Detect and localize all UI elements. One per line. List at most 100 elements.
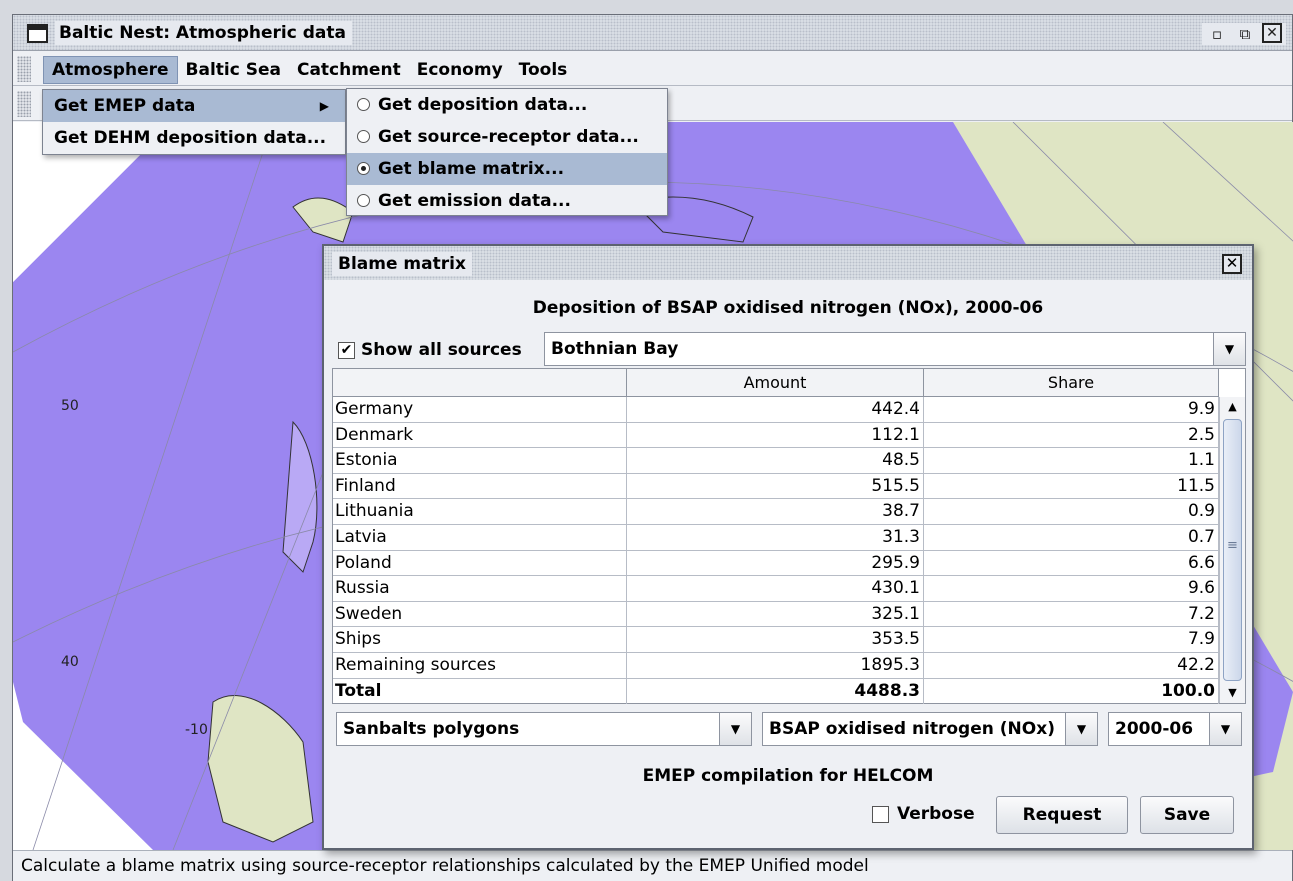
dialog-title: Blame matrix xyxy=(332,252,472,276)
share-cell: 11.5 xyxy=(924,473,1219,499)
chevron-down-icon[interactable]: ▼ xyxy=(1065,713,1097,745)
source-cell: Poland xyxy=(333,550,627,576)
checkbox-unchecked-icon[interactable] xyxy=(872,805,889,823)
title-bar[interactable]: Baltic Nest: Atmospheric data ▫ ⧉ ✕ xyxy=(13,15,1292,51)
save-button[interactable]: Save xyxy=(1140,796,1234,834)
share-cell: 9.9 xyxy=(924,397,1219,422)
menu-atmosphere[interactable]: Atmosphere xyxy=(43,56,178,84)
menu-item-label: Get source-receptor data... xyxy=(378,127,639,147)
source-cell: Lithuania xyxy=(333,499,627,524)
share-cell: 7.2 xyxy=(924,601,1219,627)
scroll-down-icon[interactable]: ▼ xyxy=(1220,683,1245,703)
region-select[interactable]: Bothnian Bay ▼ xyxy=(544,332,1246,366)
checkbox-checked-icon[interactable]: ✔ xyxy=(338,341,355,359)
polygons-select[interactable]: Sanbalts polygons ▼ xyxy=(336,712,752,746)
atmosphere-menu: Get EMEP data ▶ Get DEHM deposition data… xyxy=(42,89,346,155)
substance-select-value: BSAP oxidised nitrogen (NOx) xyxy=(769,719,1055,739)
amount-cell: 515.5 xyxy=(627,473,924,499)
column-header-amount[interactable]: Amount xyxy=(627,369,924,397)
polygons-select-value: Sanbalts polygons xyxy=(343,719,520,739)
show-all-sources-label: Show all sources xyxy=(361,340,522,360)
blame-table: Amount Share Germany 442.4 9.9 Denmark 112.1… xyxy=(332,368,1246,705)
show-all-sources-checkbox[interactable]: ✔ Show all sources xyxy=(338,340,522,360)
maximize-icon[interactable]: ⧉ xyxy=(1234,23,1256,45)
table-row[interactable]: Sweden 325.1 7.2 xyxy=(333,601,1219,628)
scroll-up-icon[interactable]: ▲ xyxy=(1220,397,1245,417)
menu-item-label: Get DEHM deposition data... xyxy=(54,128,327,148)
lat-label-40: 40 xyxy=(61,654,79,670)
table-row[interactable]: Estonia 48.5 1.1 xyxy=(333,448,1219,474)
chevron-down-icon[interactable]: ▼ xyxy=(1213,333,1245,365)
toolbar-grip[interactable] xyxy=(17,91,31,117)
menu-item-get-emission[interactable]: Get emission data... xyxy=(347,185,667,217)
menu-item-label: Get deposition data... xyxy=(378,95,588,115)
table-row[interactable]: Finland 515.5 11.5 xyxy=(333,473,1219,500)
minimize-icon[interactable]: ▫ xyxy=(1206,23,1228,45)
table-row[interactable]: Denmark 112.1 2.5 xyxy=(333,422,1219,449)
verbose-label: Verbose xyxy=(897,804,975,824)
dialog-heading: Deposition of BSAP oxidised nitrogen (NO… xyxy=(532,298,1044,318)
menu-item-get-emep-data[interactable]: Get EMEP data ▶ xyxy=(43,90,345,122)
dialog-title-bar[interactable]: Blame matrix ✕ xyxy=(324,246,1252,280)
source-cell: Latvia xyxy=(333,524,627,550)
compilation-label: EMEP compilation for HELCOM xyxy=(642,766,934,786)
status-bar: Calculate a blame matrix using source-re… xyxy=(13,850,1292,881)
radio-icon xyxy=(357,194,370,207)
table-row[interactable]: Ships 353.5 7.9 xyxy=(333,627,1219,653)
menu-item-get-blame-matrix[interactable]: Get blame matrix... xyxy=(347,153,667,185)
amount-cell: 442.4 xyxy=(627,397,924,422)
options-row: Sanbalts polygons ▼ BSAP oxidised nitrog… xyxy=(332,712,1246,748)
share-cell: 7.9 xyxy=(924,627,1219,652)
menu-economy[interactable]: Economy xyxy=(409,56,511,84)
menu-item-get-dehm-deposition[interactable]: Get DEHM deposition data... xyxy=(43,122,345,154)
amount-cell: 430.1 xyxy=(627,576,924,601)
source-cell: Denmark xyxy=(333,422,627,448)
share-cell: 2.5 xyxy=(924,422,1219,448)
share-cell: 0.7 xyxy=(924,524,1219,550)
blame-matrix-dialog: Blame matrix ✕ Deposition of BSAP oxidis… xyxy=(322,244,1254,850)
table-scrollbar[interactable]: ▲ ▼ xyxy=(1219,397,1245,703)
dialog-close-icon[interactable]: ✕ xyxy=(1222,254,1242,274)
menu-catchment[interactable]: Catchment xyxy=(289,56,409,84)
menu-baltic-sea[interactable]: Baltic Sea xyxy=(178,56,289,84)
table-header: Amount Share xyxy=(333,369,1219,397)
menu-item-get-source-receptor[interactable]: Get source-receptor data... xyxy=(347,121,667,153)
share-cell: 1.1 xyxy=(924,448,1219,473)
window-title: Baltic Nest: Atmospheric data xyxy=(55,21,352,45)
period-select-value: 2000-06 xyxy=(1115,719,1194,739)
amount-cell: 48.5 xyxy=(627,448,924,473)
menu-tools[interactable]: Tools xyxy=(511,56,576,84)
amount-cell: 353.5 xyxy=(627,627,924,652)
total-share-cell: 100.0 xyxy=(924,678,1219,705)
menu-item-get-deposition[interactable]: Get deposition data... xyxy=(347,89,667,121)
column-header-share[interactable]: Share xyxy=(924,369,1219,397)
menubar-grip[interactable] xyxy=(17,56,31,82)
amount-cell: 31.3 xyxy=(627,524,924,550)
substance-select[interactable]: BSAP oxidised nitrogen (NOx) ▼ xyxy=(762,712,1098,746)
total-label-cell: Total xyxy=(333,678,627,705)
lon-label-minus10: -10 xyxy=(185,722,208,738)
verbose-checkbox[interactable]: Verbose xyxy=(872,804,975,824)
table-row[interactable]: Russia 430.1 9.6 xyxy=(333,576,1219,602)
source-cell: Estonia xyxy=(333,448,627,473)
close-icon[interactable]: ✕ xyxy=(1262,23,1282,43)
scroll-thumb[interactable] xyxy=(1223,419,1242,681)
radio-icon xyxy=(357,130,370,143)
table-row[interactable]: Remaining sources 1895.3 42.2 xyxy=(333,652,1219,679)
table-row[interactable]: Latvia 31.3 0.7 xyxy=(333,524,1219,551)
menu-item-label: Get blame matrix... xyxy=(378,159,565,179)
menu-bar: Atmosphere Baltic Sea Catchment Economy … xyxy=(13,52,1292,86)
source-cell: Finland xyxy=(333,473,627,499)
table-row[interactable]: Germany 442.4 9.9 xyxy=(333,397,1219,423)
request-button[interactable]: Request xyxy=(996,796,1128,834)
column-header-source[interactable] xyxy=(333,369,627,397)
amount-cell: 38.7 xyxy=(627,499,924,524)
source-cell: Ships xyxy=(333,627,627,652)
table-row-total[interactable]: Total 4488.3 100.0 xyxy=(333,678,1219,705)
table-row[interactable]: Poland 295.9 6.6 xyxy=(333,550,1219,577)
table-row[interactable]: Lithuania 38.7 0.9 xyxy=(333,499,1219,525)
chevron-down-icon[interactable]: ▼ xyxy=(1209,713,1241,745)
menu-item-label: Get EMEP data xyxy=(54,96,196,116)
chevron-down-icon[interactable]: ▼ xyxy=(719,713,751,745)
period-select[interactable]: 2000-06 ▼ xyxy=(1108,712,1242,746)
